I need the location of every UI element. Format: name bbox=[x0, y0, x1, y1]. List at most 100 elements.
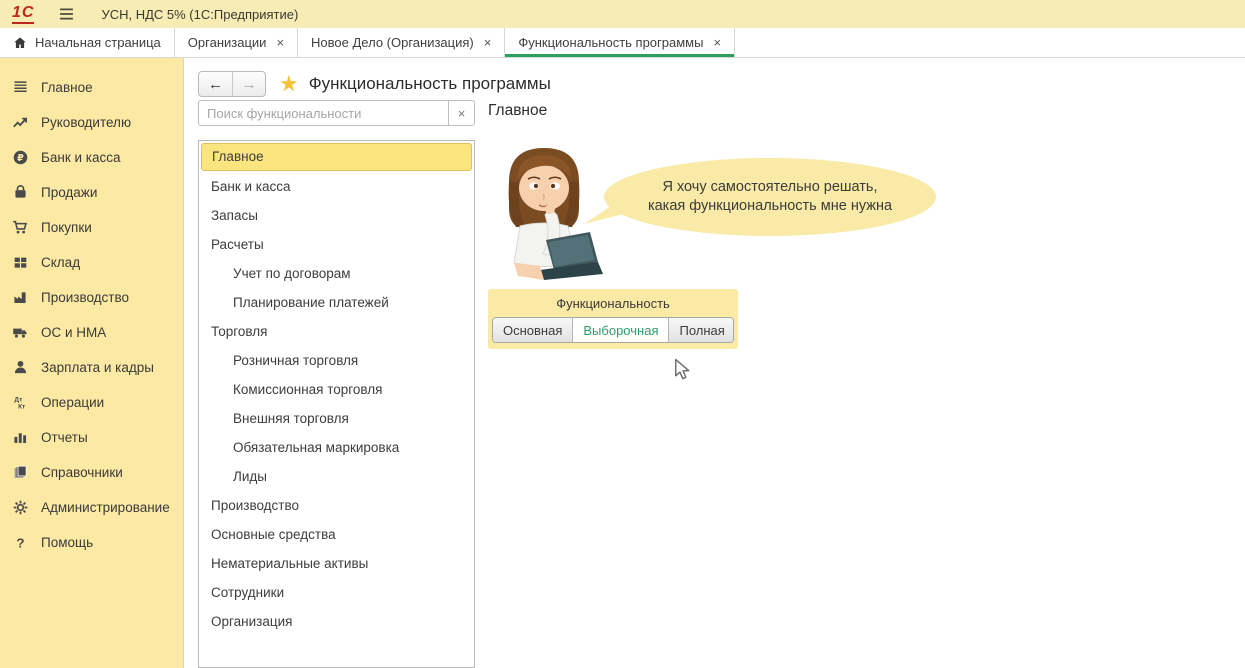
sidebar-item-purchases[interactable]: Покупки bbox=[0, 210, 183, 245]
menu-icon bbox=[12, 79, 29, 96]
title-bar: 1С УСН, НДС 5% (1С:Предприятие) bbox=[0, 0, 1245, 28]
clear-search-icon[interactable]: × bbox=[448, 101, 474, 125]
1c-logo[interactable]: 1С bbox=[12, 5, 34, 24]
bars-icon bbox=[12, 429, 29, 446]
speech-bubble: Я хочу самостоятельно решать, какая функ… bbox=[604, 158, 936, 236]
svg-text:Дт: Дт bbox=[14, 396, 23, 403]
functionality-panel: Функциональность ОсновнаяВыборочнаяПолна… bbox=[488, 289, 738, 349]
page-title: Функциональность программы bbox=[309, 74, 551, 94]
forward-button[interactable]: → bbox=[232, 72, 265, 96]
sidebar-item-label: Главное bbox=[41, 80, 93, 95]
functionality-option-full[interactable]: Полная bbox=[668, 318, 734, 342]
list-item[interactable]: Внешняя торговля bbox=[199, 404, 474, 433]
sidebar-item-label: Помощь bbox=[41, 535, 93, 550]
sidebar-item-production[interactable]: Производство bbox=[0, 280, 183, 315]
functionality-option-basic[interactable]: Основная bbox=[493, 318, 572, 342]
window-title: УСН, НДС 5% (1С:Предприятие) bbox=[101, 7, 298, 22]
sidebar-item-label: Производство bbox=[41, 290, 129, 305]
sidebar-item-label: Банк и касса bbox=[41, 150, 121, 165]
tab-close-icon[interactable]: × bbox=[713, 36, 721, 49]
list-item[interactable]: Розничная торговля bbox=[199, 346, 474, 375]
list-item[interactable]: Учет по договорам bbox=[199, 259, 474, 288]
functionality-options-group: ОсновнаяВыборочнаяПолная bbox=[492, 317, 734, 343]
history-nav-group: ← → bbox=[198, 71, 266, 97]
list-item[interactable]: Расчеты bbox=[199, 230, 474, 259]
back-button[interactable]: ← bbox=[199, 72, 232, 96]
list-item[interactable]: Производство bbox=[199, 491, 474, 520]
factory-icon bbox=[12, 289, 29, 306]
section-heading: Главное bbox=[488, 102, 547, 120]
books-icon bbox=[12, 464, 29, 481]
list-item[interactable]: Главное bbox=[201, 143, 472, 171]
main-panel: ← → ★ Функциональность программы × Главн… bbox=[183, 58, 1245, 668]
tab-label: Функциональность программы bbox=[518, 35, 703, 50]
svg-text:₽: ₽ bbox=[17, 153, 24, 164]
mouse-cursor bbox=[673, 358, 692, 381]
sidebar-item-operations[interactable]: ДтКт Операции bbox=[0, 385, 183, 420]
sidebar-item-label: Продажи bbox=[41, 185, 97, 200]
tab-close-icon[interactable]: × bbox=[276, 36, 284, 49]
sidebar-item-warehouse[interactable]: Склад bbox=[0, 245, 183, 280]
functionality-option-custom[interactable]: Выборочная bbox=[572, 318, 668, 342]
list-item[interactable]: Обязательная маркировка bbox=[199, 433, 474, 462]
sidebar-item-help[interactable]: ? Помощь bbox=[0, 525, 183, 560]
list-item[interactable]: Организация bbox=[199, 607, 474, 636]
sidebar-item-administration[interactable]: Администрирование bbox=[0, 490, 183, 525]
sidebar-item-label: Покупки bbox=[41, 220, 92, 235]
favorite-star-icon[interactable]: ★ bbox=[279, 73, 299, 95]
bag-icon bbox=[12, 184, 29, 201]
list-item[interactable]: Комиссионная торговля bbox=[199, 375, 474, 404]
tab-label: Организации bbox=[188, 35, 267, 50]
svg-text:Кт: Кт bbox=[18, 404, 26, 411]
assistant-character-illustration bbox=[484, 142, 604, 292]
sidebar-item-label: Отчеты bbox=[41, 430, 88, 445]
list-item[interactable]: Запасы bbox=[199, 201, 474, 230]
truck-icon bbox=[12, 324, 29, 341]
sidebar-item-label: Администрирование bbox=[41, 500, 170, 515]
navigation-row: ← → ★ Функциональность программы bbox=[198, 71, 551, 97]
functionality-section-list: ГлавноеБанк и кассаЗапасыРасчетыУчет по … bbox=[198, 140, 475, 668]
sidebar-item-label: Справочники bbox=[41, 465, 123, 480]
list-item[interactable]: Нематериальные активы bbox=[199, 549, 474, 578]
list-item[interactable]: Планирование платежей bbox=[199, 288, 474, 317]
question-icon: ? bbox=[12, 534, 29, 551]
person-icon bbox=[12, 359, 29, 376]
sidebar-item-label: ОС и НМА bbox=[41, 325, 106, 340]
tab-new-deal[interactable]: Новое Дело (Организация)× bbox=[298, 28, 505, 57]
list-item[interactable]: Банк и касса bbox=[199, 172, 474, 201]
svg-text:?: ? bbox=[16, 536, 24, 551]
tab-functionality[interactable]: Функциональность программы × bbox=[505, 28, 735, 57]
sidebar-item-label: Руководителю bbox=[41, 115, 131, 130]
list-item[interactable]: Сотрудники bbox=[199, 578, 474, 607]
tab-label: Начальная страница bbox=[35, 35, 161, 50]
sidebar-item-reports[interactable]: Отчеты bbox=[0, 420, 183, 455]
tab-organizations[interactable]: Организации × bbox=[175, 28, 298, 57]
sidebar-item-manager[interactable]: Руководителю bbox=[0, 105, 183, 140]
home-icon bbox=[13, 36, 27, 50]
tab-close-icon[interactable]: × bbox=[484, 36, 492, 49]
ruble-icon: ₽ bbox=[12, 149, 29, 166]
sidebar-item-bank-cash[interactable]: ₽ Банк и касса bbox=[0, 140, 183, 175]
gear-icon bbox=[12, 499, 29, 516]
functionality-panel-title: Функциональность bbox=[488, 296, 738, 311]
cart-icon bbox=[12, 219, 29, 236]
sidebar-item-directories[interactable]: Справочники bbox=[0, 455, 183, 490]
search-input[interactable] bbox=[199, 101, 448, 125]
search-box: × bbox=[198, 100, 475, 126]
sidebar: Главное Руководителю ₽ Банк и касса Продажи П… bbox=[0, 58, 183, 668]
tab-home[interactable]: Начальная страница bbox=[0, 28, 175, 57]
sidebar-item-label: Склад bbox=[41, 255, 80, 270]
sidebar-item-salary-hr[interactable]: Зарплата и кадры bbox=[0, 350, 183, 385]
grid-icon bbox=[12, 254, 29, 271]
main-menu-icon[interactable] bbox=[58, 7, 75, 21]
sidebar-item-sales[interactable]: Продажи bbox=[0, 175, 183, 210]
sidebar-item-label: Операции bbox=[41, 395, 104, 410]
sidebar-item-main[interactable]: Главное bbox=[0, 70, 183, 105]
sidebar-item-label: Зарплата и кадры bbox=[41, 360, 154, 375]
list-item[interactable]: Торговля bbox=[199, 317, 474, 346]
sidebar-item-fixed-assets[interactable]: ОС и НМА bbox=[0, 315, 183, 350]
speech-bubble-line2: какая функциональность мне нужна bbox=[648, 197, 892, 216]
list-item[interactable]: Лиды bbox=[199, 462, 474, 491]
list-item[interactable]: Основные средства bbox=[199, 520, 474, 549]
trend-icon bbox=[12, 114, 29, 131]
